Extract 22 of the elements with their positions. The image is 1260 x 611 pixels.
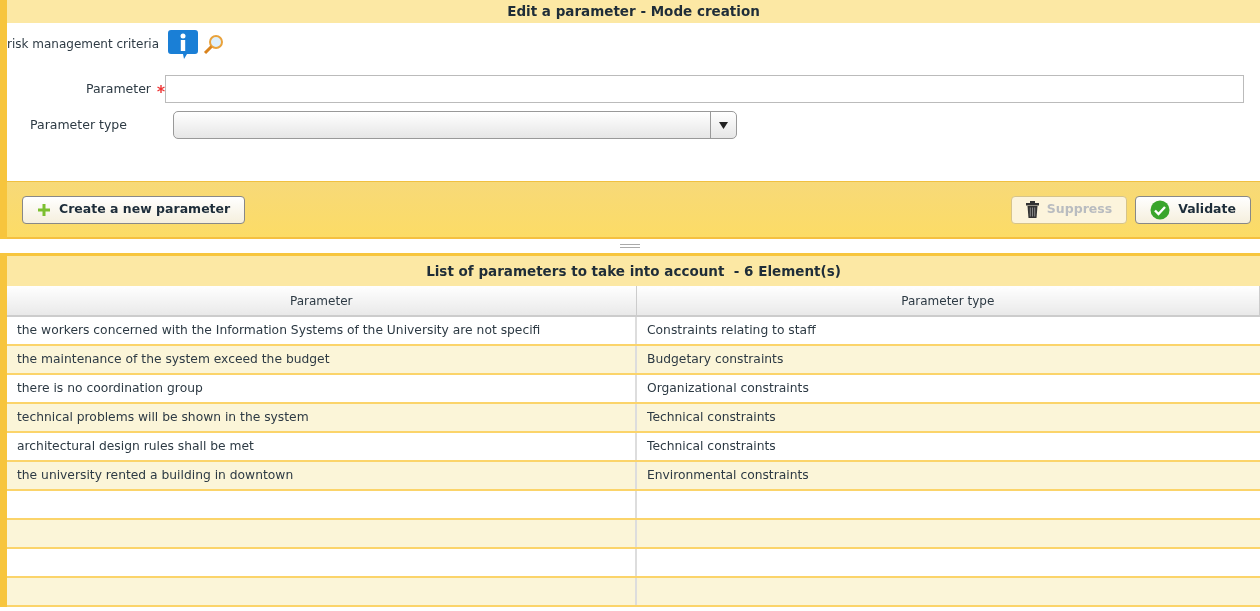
column-header[interactable]: Parameter — [7, 286, 636, 316]
create-button[interactable]: Create a new parameter — [22, 195, 246, 224]
panel-title: Edit a parameter - Mode creation — [7, 0, 1260, 23]
plus-icon — [37, 202, 51, 217]
table-cell: the maintenance of the system exceed the budget — [7, 345, 636, 374]
table-cell: Budgetary constraints — [636, 345, 1260, 374]
caret-icon[interactable] — [719, 121, 728, 129]
check-icon — [1150, 199, 1171, 220]
context-label: risk management criteria — [7, 36, 160, 53]
trash-icon — [1025, 201, 1039, 218]
table-cell: Environmental constraints — [636, 461, 1260, 490]
table-cell: technical problems will be shown in the system — [7, 403, 636, 432]
table-cell: the university rented a building in downtown — [7, 461, 636, 490]
search-icon[interactable] — [203, 33, 226, 55]
text-input[interactable] — [165, 75, 1244, 103]
field-label: Parameter type — [29, 115, 128, 134]
table-cell: Technical constraints — [636, 403, 1260, 432]
list-title: List of parameters to take into account - 6 Element(s) — [7, 256, 1260, 286]
field-label: Parameter — [84, 79, 152, 98]
column-header[interactable]: Parameter type — [636, 286, 1260, 316]
validate-button[interactable]: Validate — [1135, 195, 1251, 224]
info-icon[interactable] — [167, 28, 200, 60]
